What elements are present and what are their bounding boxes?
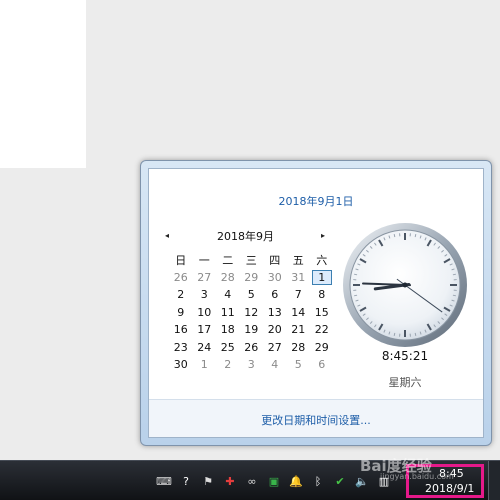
calendar-day[interactable]: 21 (287, 321, 311, 339)
flag-icon[interactable]: ⚑ (200, 473, 216, 489)
calendar-day[interactable]: 15 (310, 304, 334, 322)
calendar-day[interactable]: 7 (287, 286, 311, 304)
weekday-header: 四 (269, 253, 281, 267)
calendar-day[interactable]: 29 (310, 339, 334, 357)
change-date-time-settings-link[interactable]: 更改日期和时间设置... (149, 412, 483, 428)
calendar-day[interactable]: 27 (193, 269, 217, 287)
calendar-day[interactable]: 5 (240, 286, 264, 304)
calendar-day[interactable]: 10 (193, 304, 217, 322)
calendar-day[interactable]: 20 (263, 321, 287, 339)
calendar-day[interactable]: 4 (263, 356, 287, 374)
calendar-day[interactable]: 5 (287, 356, 311, 374)
calendar-day[interactable]: 19 (240, 321, 264, 339)
calendar-day[interactable]: 30 (263, 269, 287, 287)
calendar-day[interactable]: 3 (240, 356, 264, 374)
watermark-url: jingyan.baidu.com (380, 472, 454, 481)
minute-tick (393, 234, 396, 238)
taskbar-date: 2018/9/1 (425, 482, 475, 495)
calendar-day[interactable]: 27 (263, 339, 287, 357)
calendar-day[interactable]: 2 (169, 286, 193, 304)
keyboard-icon[interactable]: ⌨ (156, 473, 172, 489)
calendar-day[interactable]: 22 (310, 321, 334, 339)
weekday-header: 三 (245, 253, 257, 267)
calendar-day[interactable]: 31 (287, 269, 311, 287)
calendar-day[interactable]: 18 (216, 321, 240, 339)
minute-tick (414, 234, 417, 238)
help-icon[interactable]: ? (178, 473, 194, 489)
minute-tick (414, 332, 417, 336)
link-icon[interactable]: ∞ (244, 473, 260, 489)
minute-tick (354, 273, 358, 276)
security-icon[interactable]: ✔ (332, 473, 348, 489)
long-date-link[interactable]: 2018年9月1日 (149, 193, 483, 209)
calendar-day[interactable]: 14 (287, 304, 311, 322)
minute-tick (452, 273, 456, 276)
analog-clock (343, 223, 467, 347)
calendar-day[interactable]: 6 (310, 356, 334, 374)
calendar-day[interactable]: 12 (240, 304, 264, 322)
calendar-day[interactable]: 11 (216, 304, 240, 322)
weekday-header: 五 (292, 253, 304, 267)
bell-icon[interactable]: 🔔 (288, 473, 304, 489)
weekday-header: 一 (198, 253, 210, 267)
clock-center (402, 282, 408, 288)
minute-tick (452, 294, 456, 297)
calendar-day[interactable]: 17 (193, 321, 217, 339)
calendar-day[interactable]: 1 (312, 269, 332, 285)
calendar-day[interactable]: 4 (216, 286, 240, 304)
calendar-day[interactable]: 6 (263, 286, 287, 304)
weekday-header: 日 (175, 253, 187, 267)
calendar-day[interactable]: 26 (169, 269, 193, 287)
calendar-day[interactable]: 28 (287, 339, 311, 357)
weekday-header: 六 (316, 253, 328, 267)
bluetooth-icon[interactable]: ᛒ (310, 473, 326, 489)
background-window (0, 0, 86, 168)
calendar-day[interactable]: 13 (263, 304, 287, 322)
calendar-day[interactable]: 24 (193, 339, 217, 357)
calendar-day[interactable]: 25 (216, 339, 240, 357)
calendar-grid: 日一二三四五六 26 27 28 29 30 31 1 2 3 4 5 6 7 8 9 10 11 12 13 14 15… (169, 251, 334, 374)
minute-tick (393, 332, 396, 336)
calendar-day[interactable]: 3 (193, 286, 217, 304)
calendar-day[interactable]: 2 (216, 356, 240, 374)
date-time-flyout: 2018年9月1日 ◂ 2018年9月 ▸ 日一二三四五六 26 27 28 29 30 3… (140, 160, 492, 446)
previous-month-icon[interactable]: ◂ (165, 231, 169, 240)
weekday-label: 星期六 (388, 376, 422, 389)
digital-time: 8:45:21 (381, 349, 429, 363)
flyout-footer: 更改日期和时间设置... (149, 399, 483, 437)
month-title[interactable]: 2018年9月 (217, 228, 274, 244)
calendar-day[interactable]: 16 (169, 321, 193, 339)
flyout-content: 2018年9月1日 ◂ 2018年9月 ▸ 日一二三四五六 26 27 28 29 30 3… (148, 168, 484, 438)
next-month-icon[interactable]: ▸ (321, 231, 325, 240)
weekday-header: 二 (222, 253, 234, 267)
calendar-day[interactable]: 28 (216, 269, 240, 287)
calendar-day[interactable]: 9 (169, 304, 193, 322)
minute-tick (354, 294, 358, 297)
calendar-day[interactable]: 8 (310, 286, 334, 304)
calendar-day[interactable]: 29 (240, 269, 264, 287)
green-app-icon[interactable]: ▣ (266, 473, 282, 489)
show-desktop-button[interactable] (488, 461, 500, 500)
calendar-day[interactable]: 23 (169, 339, 193, 357)
calendar-day[interactable]: 1 (193, 356, 217, 374)
calendar-day[interactable]: 30 (169, 356, 193, 374)
calendar-day[interactable]: 26 (240, 339, 264, 357)
app-icon[interactable]: ✚ (222, 473, 238, 489)
